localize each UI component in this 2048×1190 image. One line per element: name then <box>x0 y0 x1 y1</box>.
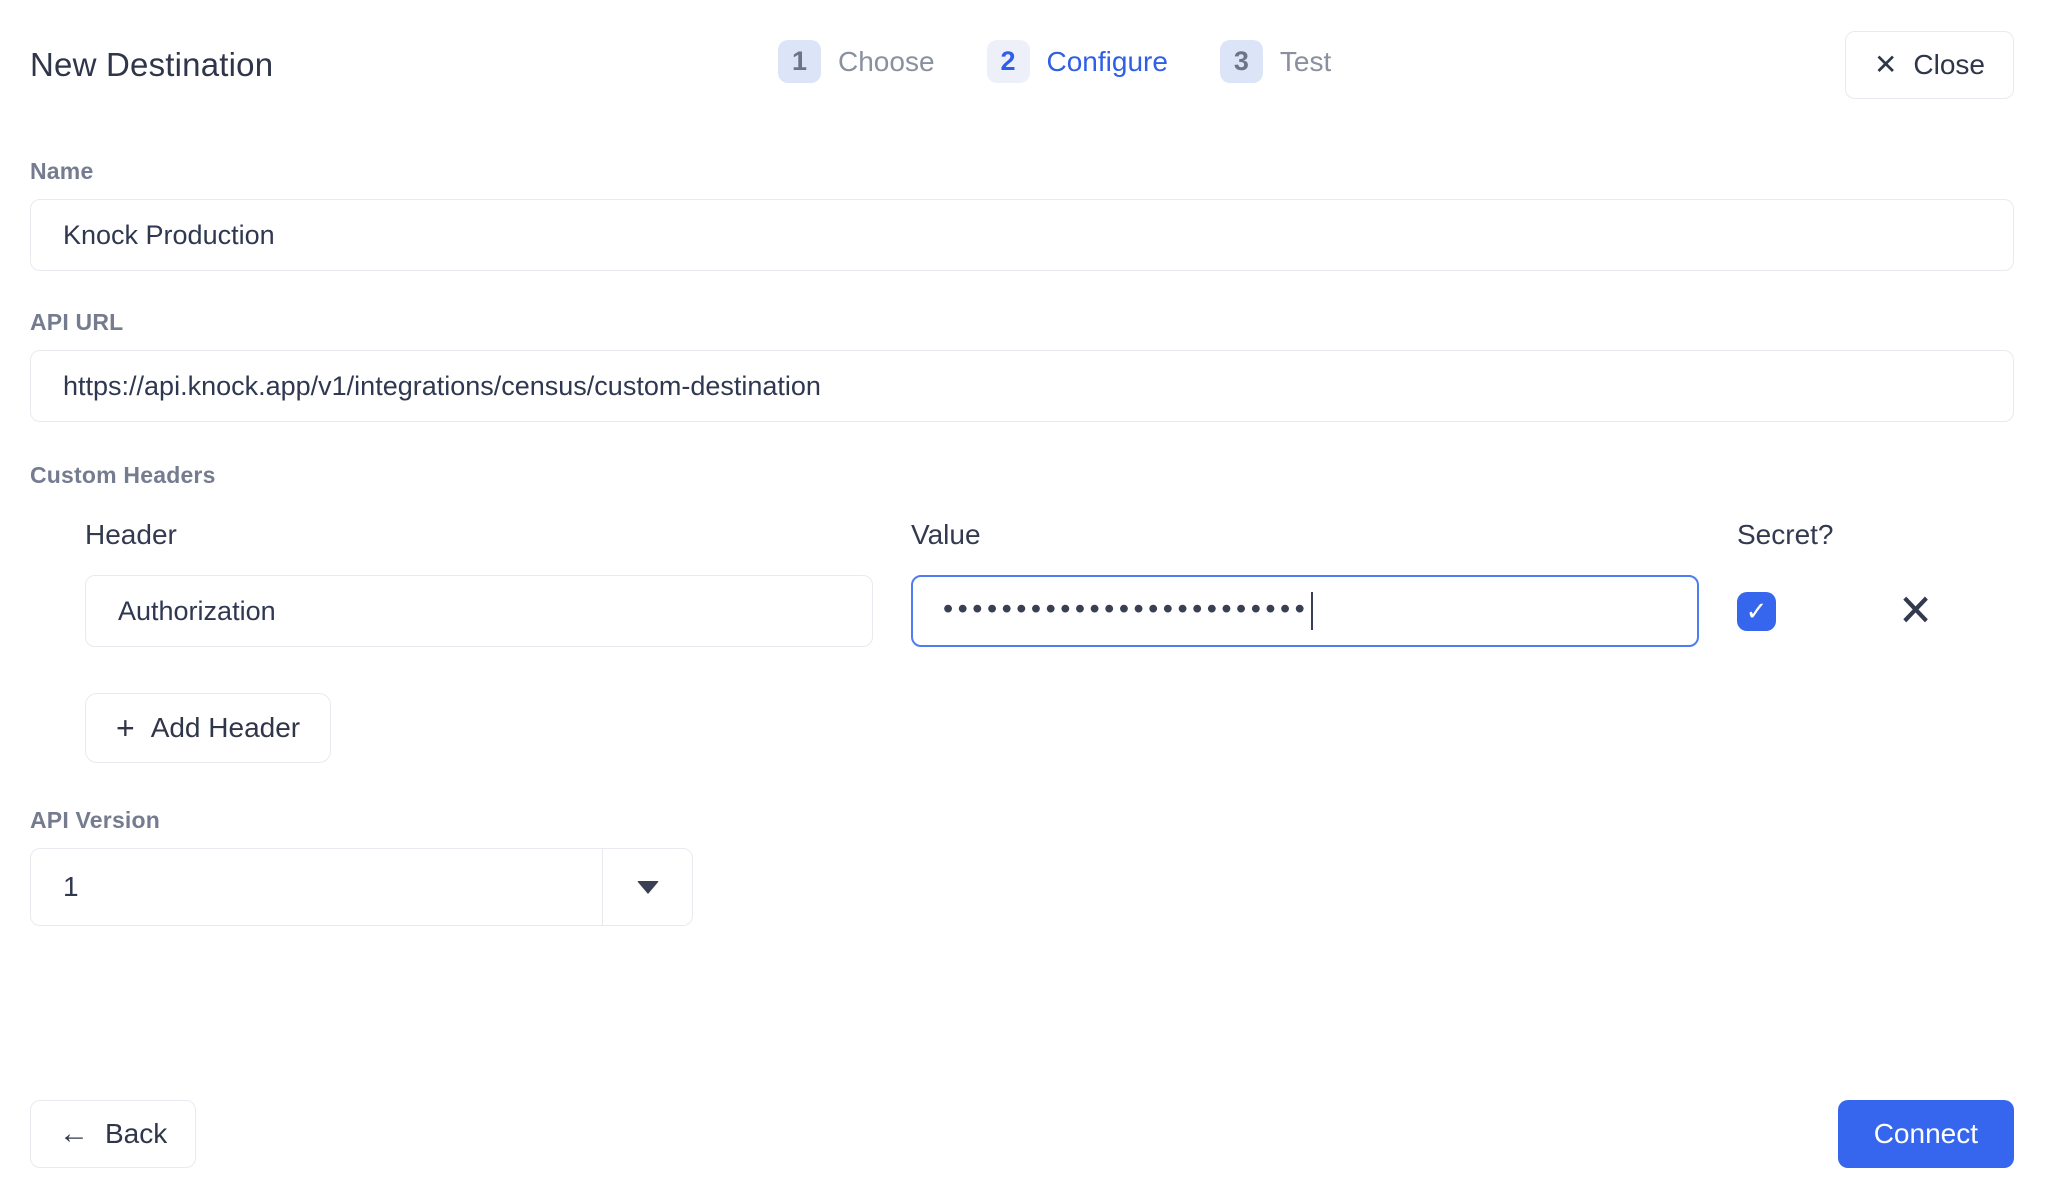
connect-button[interactable]: Connect <box>1838 1100 2014 1168</box>
secret-checkbox[interactable]: ✓ <box>1737 592 1776 631</box>
name-input[interactable] <box>30 199 2014 271</box>
step-1-badge: 1 <box>778 40 821 83</box>
add-header-label: Add Header <box>151 712 300 744</box>
stepper: 1 Choose 2 Configure 3 Test <box>778 40 1331 83</box>
custom-header-row: ••••••••••••••••••••••••• ✓ ✕ <box>30 575 2014 647</box>
step-test[interactable]: 3 Test <box>1220 40 1331 83</box>
add-header-button[interactable]: + Add Header <box>85 693 331 763</box>
api-version-label: API Version <box>30 807 2014 834</box>
close-label: Close <box>1913 49 1985 81</box>
api-version-value: 1 <box>31 849 602 925</box>
step-2-badge: 2 <box>987 40 1030 83</box>
step-choose[interactable]: 1 Choose <box>778 40 935 83</box>
plus-icon: + <box>116 712 135 744</box>
arrow-left-icon: ← <box>59 1119 89 1149</box>
select-arrow-box <box>602 849 692 925</box>
column-value-title: Value <box>911 519 1699 551</box>
remove-header-icon[interactable]: ✕ <box>1898 589 1933 633</box>
api-url-input[interactable] <box>30 350 2014 422</box>
new-destination-modal: New Destination 1 Choose 2 Configure 3 T… <box>0 0 2048 1190</box>
custom-headers-column-titles: Header Value Secret? <box>30 519 2014 551</box>
modal-header: New Destination 1 Choose 2 Configure 3 T… <box>30 0 2014 100</box>
column-secret-title: Secret? <box>1737 519 2014 551</box>
name-label: Name <box>30 158 2014 185</box>
header-value-input[interactable]: ••••••••••••••••••••••••• <box>911 575 1699 647</box>
column-header-title: Header <box>85 519 873 551</box>
masked-value-text: ••••••••••••••••••••••••• <box>943 595 1309 624</box>
checkmark-icon: ✓ <box>1746 598 1768 624</box>
api-url-label: API URL <box>30 309 2014 336</box>
step-3-label: Test <box>1280 46 1331 78</box>
page-title: New Destination <box>30 46 273 84</box>
chevron-down-icon <box>637 881 659 894</box>
secret-cell: ✓ ✕ <box>1737 590 2014 632</box>
back-button[interactable]: ← Back <box>30 1100 196 1168</box>
back-label: Back <box>105 1118 167 1150</box>
step-2-label: Configure <box>1047 46 1168 78</box>
text-cursor <box>1311 592 1313 630</box>
custom-headers-label: Custom Headers <box>30 462 2014 489</box>
api-version-select[interactable]: 1 <box>30 848 693 926</box>
close-icon: ✕ <box>1874 51 1897 79</box>
step-1-label: Choose <box>838 46 935 78</box>
modal-footer: ← Back Connect <box>30 1100 2014 1168</box>
close-button[interactable]: ✕ Close <box>1845 31 2014 99</box>
step-3-badge: 3 <box>1220 40 1263 83</box>
header-name-input[interactable] <box>85 575 873 647</box>
step-configure[interactable]: 2 Configure <box>987 40 1168 83</box>
